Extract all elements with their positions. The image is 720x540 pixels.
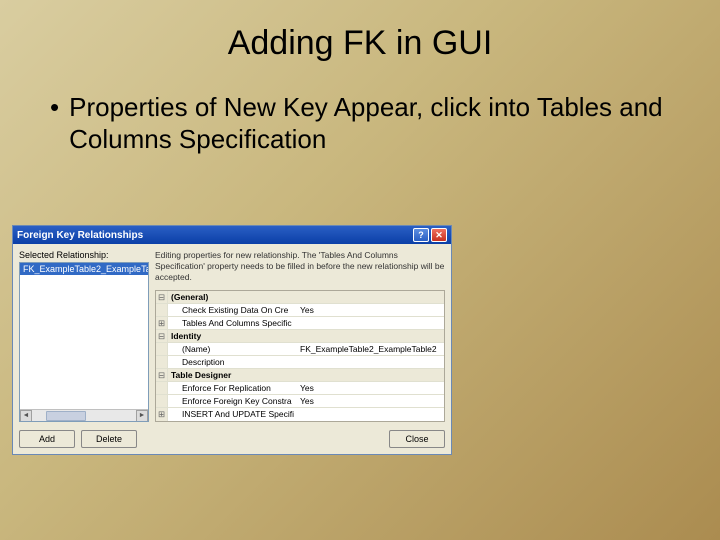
category-general[interactable]: ⊟ (General) — [156, 291, 444, 304]
category-table-designer[interactable]: ⊟ Table Designer — [156, 369, 444, 382]
expand-icon[interactable]: ⊞ — [156, 317, 168, 329]
relationship-listbox[interactable]: FK_ExampleTable2_ExampleTab ◄ ► — [19, 262, 149, 422]
prop-name[interactable]: (Name) FK_ExampleTable2_ExampleTable2 — [156, 343, 444, 356]
selected-relationship-label: Selected Relationship: — [19, 250, 149, 260]
close-icon[interactable]: ✕ — [431, 228, 447, 242]
prop-insert-update[interactable]: ⊞ INSERT And UPDATE Specifi — [156, 408, 444, 421]
bullet-dot: • — [50, 91, 59, 123]
prop-tables-columns[interactable]: ⊞ Tables And Columns Specific — [156, 317, 444, 330]
hint-text: Editing properties for new relationship.… — [155, 250, 445, 284]
prop-enforce-fk[interactable]: Enforce Foreign Key Constra Yes — [156, 395, 444, 408]
prop-description[interactable]: Description — [156, 356, 444, 369]
prop-enforce-replication[interactable]: Enforce For Replication Yes — [156, 382, 444, 395]
category-identity[interactable]: ⊟ Identity — [156, 330, 444, 343]
close-button[interactable]: Close — [389, 430, 445, 448]
dialog-titlebar: Foreign Key Relationships ? ✕ — [13, 226, 451, 244]
delete-button[interactable]: Delete — [81, 430, 137, 448]
horizontal-scrollbar[interactable]: ◄ ► — [20, 409, 148, 421]
scroll-thumb[interactable] — [46, 411, 86, 421]
dialog-title: Foreign Key Relationships — [17, 230, 413, 241]
expand-icon[interactable]: ⊞ — [156, 408, 168, 421]
collapse-icon[interactable]: ⊟ — [156, 369, 168, 381]
list-item[interactable]: FK_ExampleTable2_ExampleTab — [20, 263, 148, 275]
help-button[interactable]: ? — [413, 228, 429, 242]
slide-title: Adding FK in GUI — [0, 0, 720, 63]
scroll-left-icon[interactable]: ◄ — [20, 410, 32, 422]
bullet-text: Properties of New Key Appear, click into… — [69, 91, 670, 155]
prop-check-existing[interactable]: Check Existing Data On Cre Yes — [156, 304, 444, 317]
scroll-right-icon[interactable]: ► — [136, 410, 148, 422]
add-button[interactable]: Add — [19, 430, 75, 448]
collapse-icon[interactable]: ⊟ — [156, 291, 168, 303]
collapse-icon[interactable]: ⊟ — [156, 330, 168, 342]
property-grid[interactable]: ⊟ (General) Check Existing Data On Cre Y… — [155, 290, 445, 422]
bullet-list: • Properties of New Key Appear, click in… — [50, 91, 670, 155]
fk-relationships-dialog: Foreign Key Relationships ? ✕ Selected R… — [12, 225, 452, 455]
